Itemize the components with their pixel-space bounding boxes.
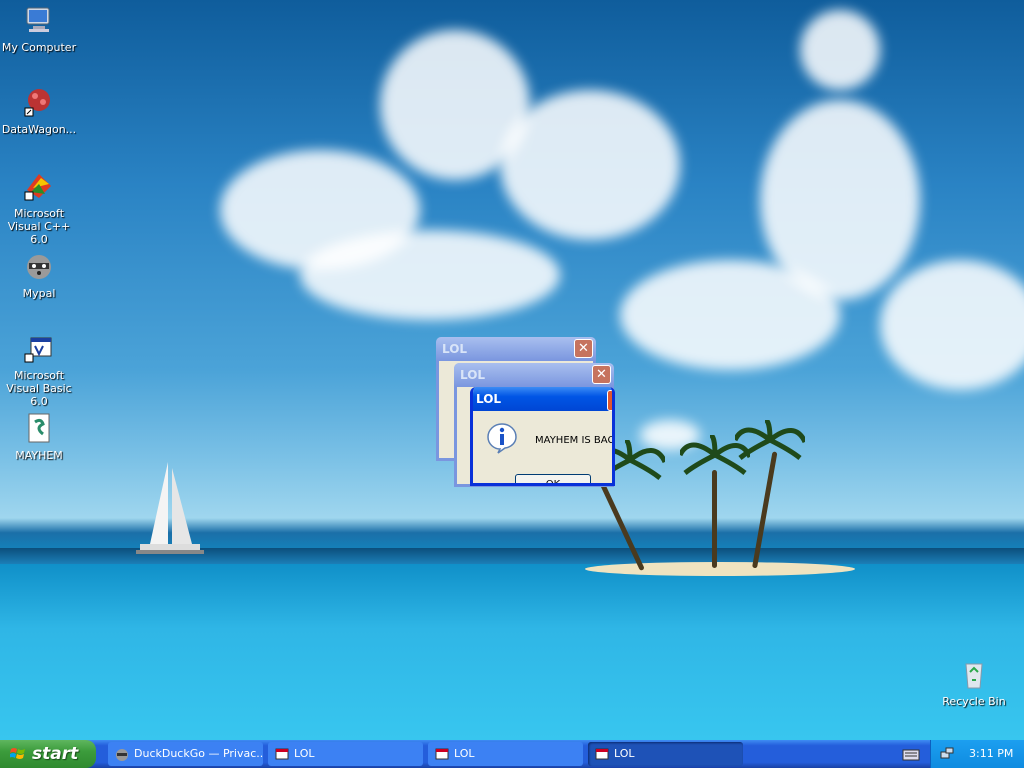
visual-basic-icon — [24, 337, 52, 363]
desktop-icon-my-computer[interactable]: My Computer — [0, 4, 78, 54]
desktop-icon-label: Recycle Bin — [942, 695, 1006, 708]
close-icon: ✕ — [596, 367, 607, 382]
desktop-icon-label: Microsoft Visual Basic 6.0 — [6, 369, 72, 408]
datawagon-icon — [24, 89, 50, 117]
palm-leaves — [735, 420, 805, 460]
message-text: MAYHEM IS BAC — [535, 435, 615, 446]
cloud — [800, 10, 880, 90]
desktop-icon-datawagon[interactable]: DataWagon... — [0, 86, 78, 136]
taskbar-button-lol[interactable]: LOL — [588, 742, 743, 766]
taskbar: start DuckDuckGo — Privac... LOL LOL LOL… — [0, 740, 1024, 768]
window-title: LOL — [476, 392, 502, 406]
taskbar-button-label: LOL — [454, 747, 475, 760]
computer-icon — [26, 7, 50, 32]
visual-cpp-icon — [24, 174, 51, 201]
sailboat-image — [136, 462, 204, 554]
close-icon: ✕ — [578, 341, 589, 356]
windows-logo-icon — [10, 748, 25, 759]
taskbar-button-duckduckgo[interactable]: DuckDuckGo — Privac... — [108, 742, 263, 766]
app-window-icon — [435, 748, 449, 760]
title-bar[interactable]: LOL ✕ — [436, 337, 596, 361]
start-button[interactable]: start — [0, 740, 96, 768]
keyboard-icon[interactable] — [902, 746, 920, 762]
taskbar-button-lol[interactable]: LOL — [268, 742, 423, 766]
taskbar-button-lol[interactable]: LOL — [428, 742, 583, 766]
raccoon-icon — [27, 255, 51, 279]
cloud — [300, 230, 560, 320]
desktop-icon-visual-cpp[interactable]: Microsoft Visual C++ 6.0 — [0, 170, 78, 246]
recycle-bin-icon — [965, 663, 983, 689]
desktop-icon-mypal[interactable]: Mypal — [0, 250, 78, 300]
cloud — [880, 260, 1024, 390]
window-title: LOL — [442, 342, 468, 356]
cloud — [500, 90, 680, 240]
app-window-icon — [595, 748, 609, 760]
desktop[interactable]: My Computer DataWagon... Microsoft Visua… — [0, 0, 1024, 740]
script-file-icon — [28, 413, 50, 443]
start-label: start — [32, 744, 79, 764]
app-window-icon — [275, 748, 289, 760]
ok-button[interactable]: OK — [515, 474, 591, 486]
taskbar-button-label: LOL — [614, 747, 635, 760]
cloud — [760, 100, 920, 300]
palm-trunk — [712, 470, 717, 568]
system-tray: 3:11 PM — [930, 740, 1024, 768]
info-icon — [487, 423, 517, 454]
window-title: LOL — [460, 368, 486, 382]
desktop-icon-label: DataWagon... — [1, 123, 77, 136]
title-bar[interactable]: LOL ✕ — [454, 363, 614, 387]
ok-label: OK — [545, 479, 561, 486]
desktop-icon-label: MAYHEM — [15, 449, 63, 462]
desktop-icon-mayhem[interactable]: MAYHEM — [0, 412, 78, 462]
network-icon[interactable] — [939, 746, 955, 762]
island — [585, 562, 855, 576]
title-bar[interactable]: LOL — [473, 387, 612, 411]
close-button[interactable] — [607, 390, 612, 411]
close-button[interactable]: ✕ — [592, 365, 611, 384]
desktop-icon-label: My Computer — [1, 41, 77, 54]
desktop-icon-label: Mypal — [22, 287, 56, 300]
desktop-icon-label: Microsoft Visual C++ 6.0 — [7, 207, 71, 246]
taskbar-button-label: DuckDuckGo — Privac... — [134, 747, 263, 760]
desktop-icon-recycle-bin[interactable]: Recycle Bin — [935, 658, 1013, 708]
raccoon-icon — [116, 749, 128, 761]
desktop-icon-visual-basic[interactable]: Microsoft Visual Basic 6.0 — [0, 332, 78, 408]
taskbar-button-label: LOL — [294, 747, 315, 760]
clock[interactable]: 3:11 PM — [969, 740, 1013, 768]
lol-window-3[interactable]: LOL MAYHEM IS BAC OK — [470, 387, 615, 486]
close-button[interactable]: ✕ — [574, 339, 593, 358]
